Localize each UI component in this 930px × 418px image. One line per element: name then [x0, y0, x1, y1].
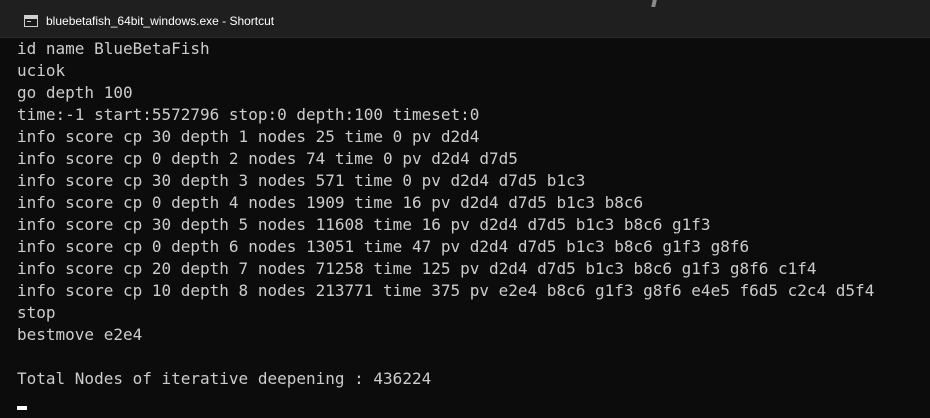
console-line: info score cp 30 depth 1 nodes 25 time 0… — [17, 127, 480, 146]
console-line: info score cp 0 depth 6 nodes 13051 time… — [17, 237, 750, 256]
title-bar[interactable]: bluebetafish_64bit_windows.exe - Shortcu… — [0, 0, 930, 38]
console-line: uciok — [17, 61, 66, 80]
console-app-icon — [24, 15, 38, 27]
console-line: Total Nodes of iterative deepening : 436… — [17, 369, 432, 388]
console-line: go depth 100 — [17, 83, 133, 102]
console-line: info score cp 20 depth 7 nodes 71258 tim… — [17, 259, 817, 278]
console-line: id name BlueBetaFish — [17, 39, 210, 58]
background-window-edge — [651, 0, 657, 7]
console-output[interactable]: id name BlueBetaFish uciok go depth 100 … — [17, 38, 927, 390]
window-title: bluebetafish_64bit_windows.exe - Shortcu… — [46, 14, 275, 28]
text-cursor — [17, 406, 27, 410]
console-window: bluebetafish_64bit_windows.exe - Shortcu… — [0, 0, 930, 418]
console-line: time:-1 start:5572796 stop:0 depth:100 t… — [17, 105, 480, 124]
console-line: stop — [17, 303, 56, 322]
console-line: info score cp 30 depth 5 nodes 11608 tim… — [17, 215, 711, 234]
console-line: info score cp 30 depth 3 nodes 571 time … — [17, 171, 586, 190]
console-line: info score cp 0 depth 4 nodes 1909 time … — [17, 193, 644, 212]
console-line: info score cp 10 depth 8 nodes 213771 ti… — [17, 281, 875, 300]
console-line: bestmove e2e4 — [17, 325, 143, 344]
console-line: info score cp 0 depth 2 nodes 74 time 0 … — [17, 149, 518, 168]
